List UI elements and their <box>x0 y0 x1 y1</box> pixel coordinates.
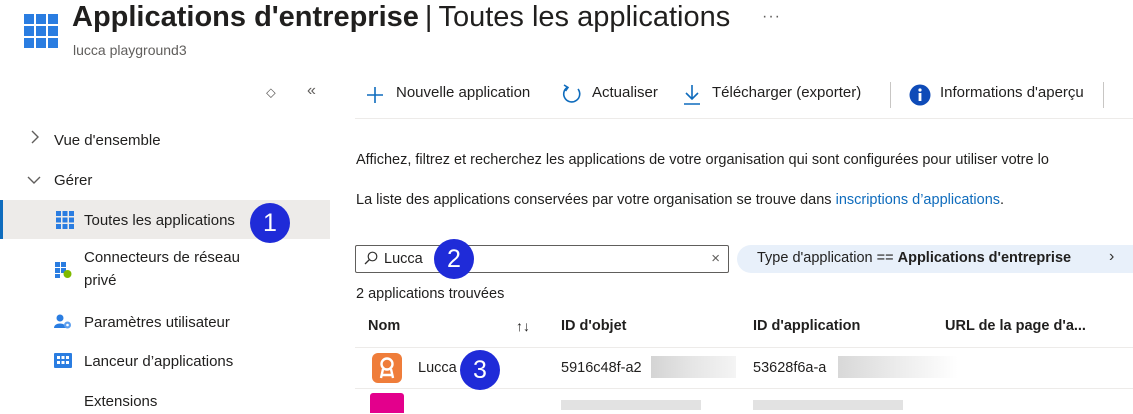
sidebar-item-label: Lanceur d’applications <box>84 353 234 370</box>
page-title: Applications d'entreprise | Toutes les app… <box>72 1 731 33</box>
collapse-sidebar-button[interactable]: « <box>307 82 316 100</box>
application-id-cell: 53628f6a-a <box>753 360 827 376</box>
connector-icon <box>55 262 72 278</box>
toolbar-divider <box>890 82 891 108</box>
filter-value: Applications d'entreprise <box>897 250 1072 266</box>
tenant-name: lucca playground3 <box>73 42 187 58</box>
filter-text: Type d'application == Applications d'ent… <box>757 250 1071 266</box>
step-badge-1: 1 <box>250 203 290 243</box>
clear-search-button[interactable]: × <box>711 250 720 267</box>
preview-info-button[interactable]: Informations d'aperçu <box>940 84 1084 101</box>
sidebar-item-label-line2: privé <box>84 272 117 289</box>
sidebar-item-private-network-connectors[interactable]: Connecteurs de réseau privé <box>0 249 330 293</box>
sidebar-item-manage[interactable]: Gérer <box>0 170 330 192</box>
sidebar-item-app-launcher[interactable]: Lanceur d’applications <box>0 351 330 373</box>
chevron-right-icon <box>30 130 40 148</box>
search-icon <box>364 251 378 265</box>
object-id-cell: 5916c48f-a2 <box>561 360 642 376</box>
new-application-button[interactable]: Nouvelle application <box>396 84 530 101</box>
app-name-link[interactable]: Lucca <box>418 360 457 376</box>
download-icon <box>684 85 700 105</box>
grid-icon <box>56 211 74 229</box>
column-header-application-id[interactable]: ID d'application <box>753 318 860 334</box>
enterprise-apps-icon <box>24 14 58 48</box>
filter-label: Type d'application == <box>757 250 898 266</box>
toolbar-divider <box>1103 82 1104 108</box>
sidebar-item-extensions[interactable]: Extensions <box>0 392 330 414</box>
sidebar-item-overview[interactable]: Vue d'ensemble <box>0 130 330 152</box>
sidebar-item-label: Connecteurs de réseau <box>84 249 240 266</box>
sidebar-item-label: Gérer <box>54 172 93 189</box>
sidebar-item-label: Toutes les applications <box>84 212 235 229</box>
filter-pill-application-type[interactable]: Type d'application == Applications d'ent… <box>737 245 1133 273</box>
cut-off-row-content <box>561 400 701 410</box>
intro-text: Affichez, filtrez et recherchez les appl… <box>356 152 1049 168</box>
launcher-icon <box>54 353 72 368</box>
download-export-button[interactable]: Télécharger (exporter) <box>712 84 861 101</box>
column-header-homepage-url[interactable]: URL de la page d'a... <box>945 318 1086 334</box>
results-count: 2 applications trouvées <box>356 286 505 302</box>
toolbar-separator <box>355 118 1133 119</box>
chevron-down-icon <box>27 172 41 189</box>
redacted-block <box>651 356 736 378</box>
list-text-body: La liste des applications conservées par… <box>356 192 836 208</box>
info-icon <box>909 84 931 106</box>
step-badge-3: 3 <box>460 350 500 390</box>
cut-off-row-content <box>753 400 903 410</box>
column-header-object-id[interactable]: ID d'objet <box>561 318 626 334</box>
redacted-block <box>838 356 958 378</box>
column-header-name[interactable]: Nom <box>368 318 400 334</box>
sidebar-item-user-settings[interactable]: Paramètres utilisateur <box>0 312 330 334</box>
list-text-end: . <box>1000 192 1005 208</box>
app-registrations-link[interactable]: inscriptions d’applications <box>836 192 1000 208</box>
lucca-app-icon <box>372 353 402 383</box>
row-divider <box>355 347 1133 348</box>
sort-toggle-icon[interactable]: ⬦ <box>266 84 276 101</box>
list-text: La liste des applications conservées par… <box>356 192 1004 208</box>
app-icon <box>370 393 404 413</box>
step-badge-2: 2 <box>434 239 474 279</box>
search-input[interactable] <box>384 249 684 269</box>
sort-icon[interactable]: ↑↓ <box>516 318 530 334</box>
sidebar-item-label: Extensions <box>84 393 158 410</box>
search-box[interactable]: × <box>355 245 729 273</box>
refresh-button[interactable]: Actualiser <box>592 84 658 101</box>
sidebar-item-label: Vue d'ensemble <box>54 132 161 149</box>
chevron-right-icon: › <box>1109 248 1115 265</box>
sidebar-item-label: Paramètres utilisateur <box>84 314 230 331</box>
users-settings-icon <box>54 314 71 329</box>
refresh-icon <box>562 84 581 103</box>
plus-icon <box>367 87 383 103</box>
more-options-button[interactable]: ··· <box>762 8 781 26</box>
